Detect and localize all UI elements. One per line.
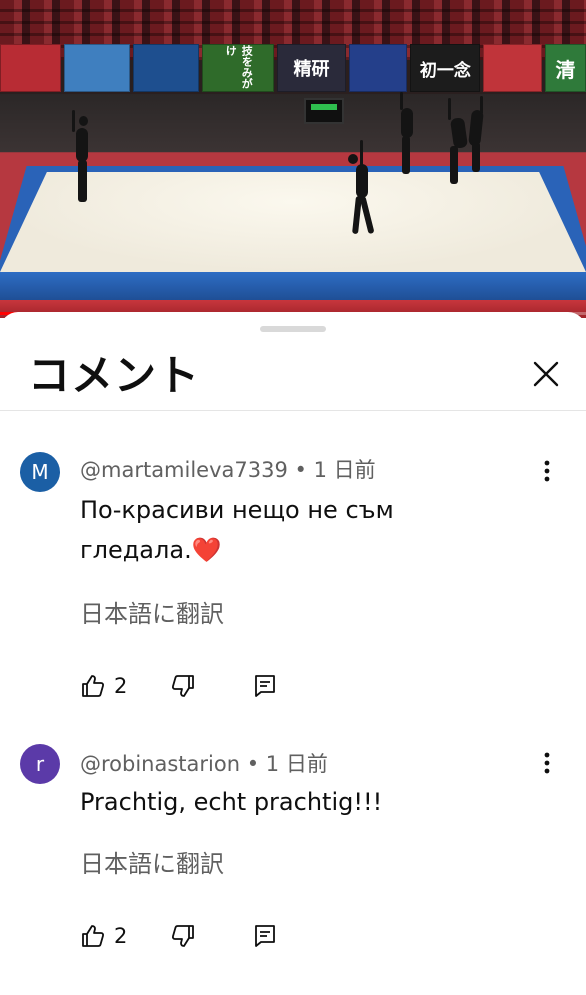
like-button[interactable]: 2 <box>80 920 127 952</box>
banner: 初一念 <box>410 44 481 92</box>
gymnast <box>72 110 92 202</box>
gymnast <box>444 96 486 186</box>
gymnast <box>396 92 418 174</box>
more-options-button[interactable] <box>534 456 560 486</box>
banner <box>483 44 543 92</box>
comment-text: По-красиви нещо не съм гледала.❤️ <box>80 496 394 564</box>
close-icon <box>533 361 559 387</box>
banner <box>348 44 408 92</box>
scoreboard <box>304 98 344 124</box>
dislike-button[interactable] <box>170 920 196 952</box>
thumbs-down-icon <box>171 675 194 697</box>
comment-actions: 2 <box>80 670 380 702</box>
comment-time: 1 日前 <box>313 458 376 482</box>
panel-title: コメント <box>28 351 201 400</box>
banner: 技をみがけ <box>202 44 275 92</box>
gymnast <box>346 140 382 236</box>
like-count: 2 <box>114 924 128 948</box>
translate-link[interactable]: 日本語に翻訳 <box>80 844 224 879</box>
reply-button[interactable] <box>252 670 278 702</box>
banner: 清 <box>545 44 586 92</box>
heart-emoji: ❤️ <box>191 536 222 564</box>
thumbs-up-icon <box>82 925 105 947</box>
comment-text: Prachtig, echt prachtig!!! <box>80 788 383 816</box>
close-button[interactable] <box>528 356 564 392</box>
dislike-button[interactable] <box>170 670 196 702</box>
reply-button[interactable] <box>252 920 278 952</box>
banner-row: 技をみがけ 精研 初一念 清 <box>0 44 586 94</box>
comment-time: 1 日前 <box>265 752 328 776</box>
more-vert-icon <box>544 752 550 774</box>
banner <box>132 44 200 92</box>
more-options-button[interactable] <box>534 748 560 778</box>
comments-panel: コメント M @martamileva7339 • 1 日前 По-красив… <box>0 312 586 995</box>
comment-author[interactable]: @martamileva7339 <box>80 458 288 482</box>
comment-actions: 2 <box>80 920 380 952</box>
banner: 精研 <box>277 44 346 92</box>
like-count: 2 <box>114 674 128 698</box>
like-button[interactable]: 2 <box>80 670 127 702</box>
comment-author[interactable]: @robinastarion <box>80 752 240 776</box>
avatar[interactable]: M <box>20 452 60 492</box>
banner <box>0 44 61 92</box>
divider <box>0 410 586 411</box>
drag-handle[interactable] <box>260 326 326 332</box>
more-vert-icon <box>544 460 550 482</box>
video-player[interactable]: 技をみがけ 精研 初一念 清 <box>0 0 586 318</box>
reply-icon <box>255 675 275 697</box>
thumbs-down-icon <box>171 925 194 947</box>
translate-link[interactable]: 日本語に翻訳 <box>80 594 224 629</box>
thumbs-up-icon <box>82 675 105 697</box>
banner <box>63 44 130 92</box>
reply-icon <box>255 925 275 947</box>
avatar[interactable]: r <box>20 744 60 784</box>
